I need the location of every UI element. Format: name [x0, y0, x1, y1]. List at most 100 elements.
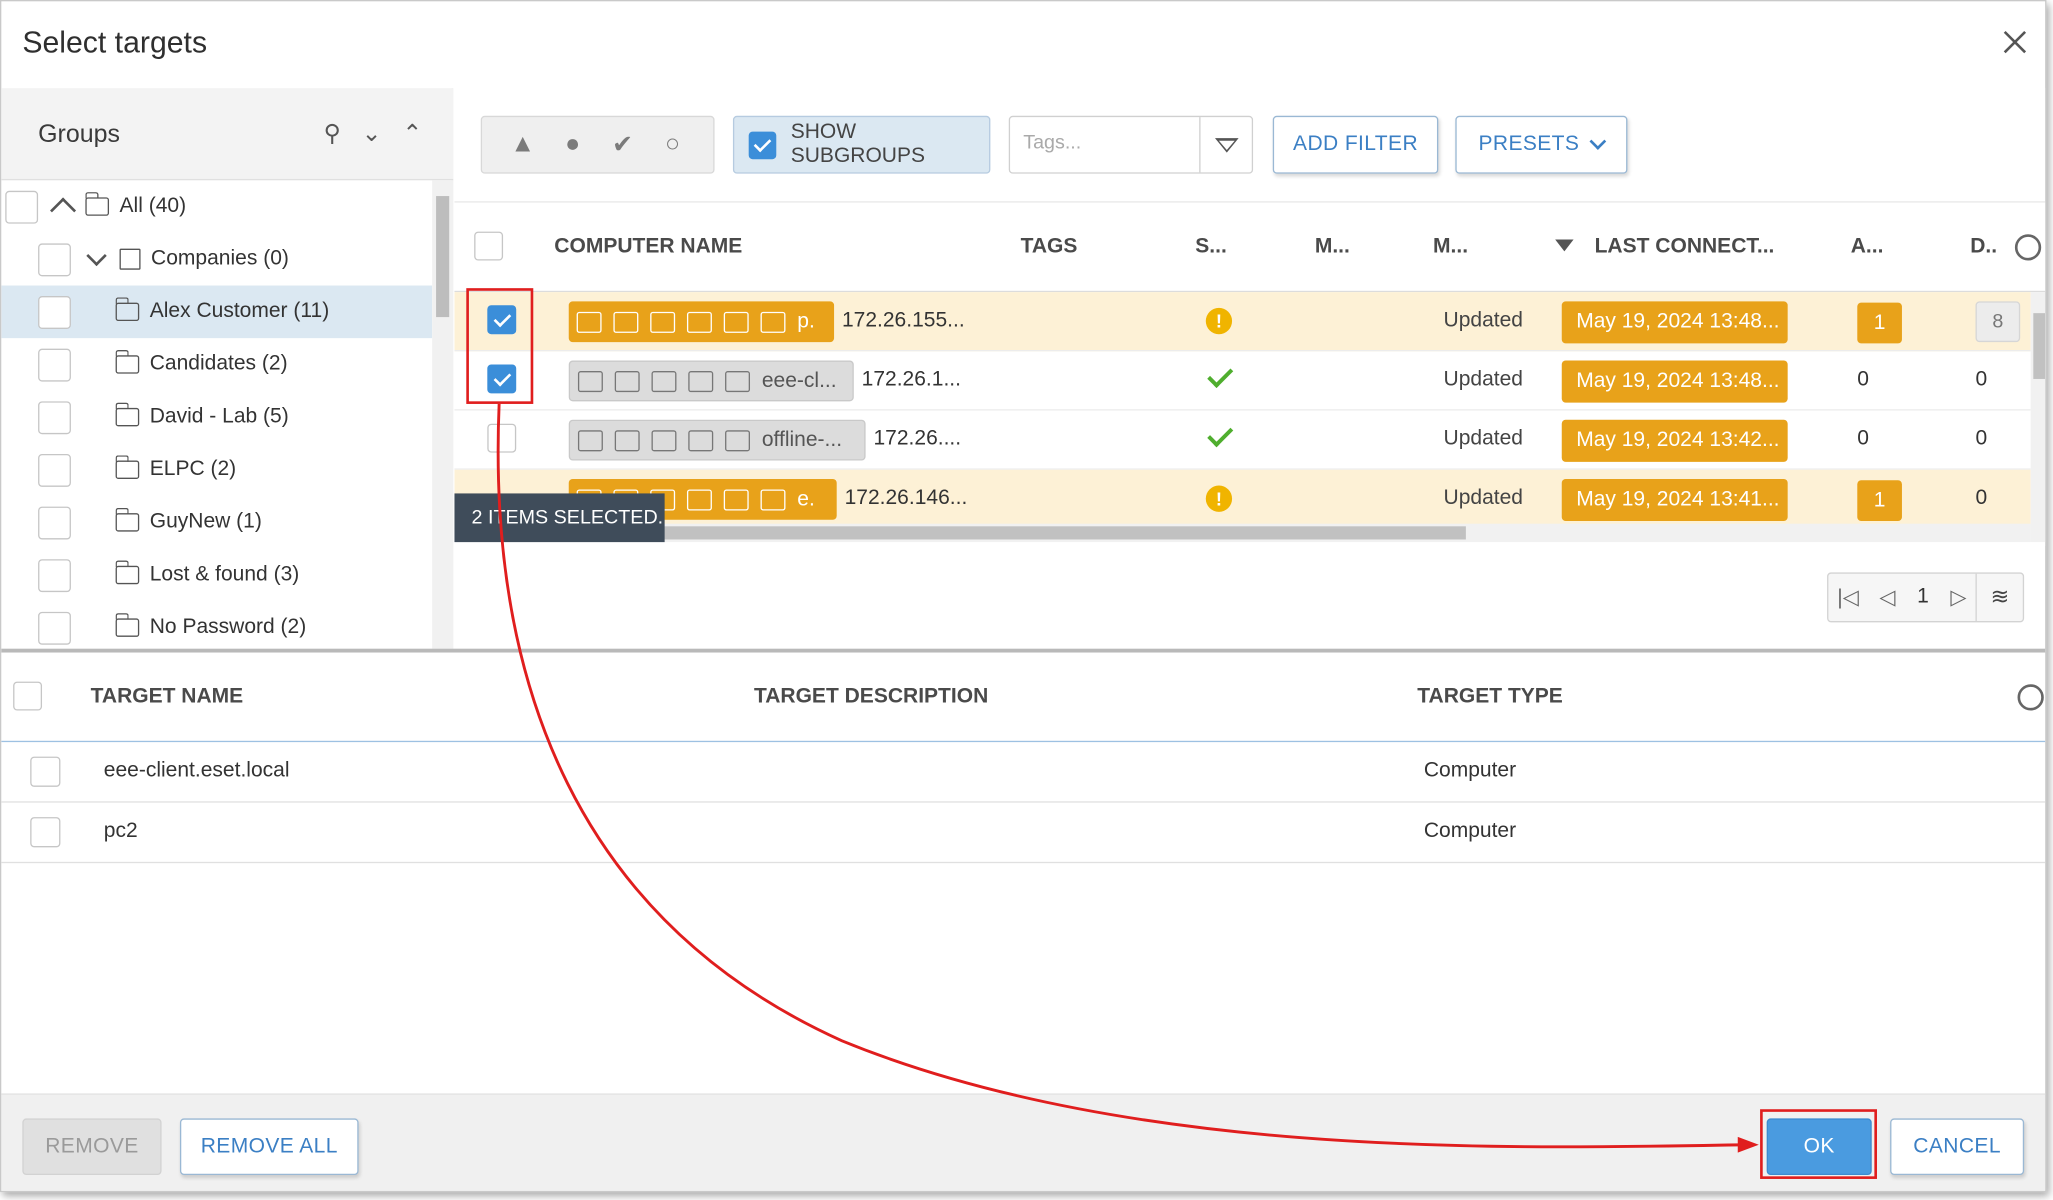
target-name: eee-client.eset.local [103, 759, 290, 782]
tree-item-all[interactable]: All (40) [1, 180, 432, 233]
module-status: Updated [1443, 427, 1524, 451]
sort-desc-icon[interactable] [1555, 239, 1574, 252]
tree-item-no-password[interactable]: No Password (2) [1, 601, 432, 648]
collapse-all-icon[interactable]: ⌃ [398, 120, 427, 149]
tree-checkbox[interactable] [38, 348, 71, 381]
expand-all-icon[interactable]: ⌄ [357, 120, 386, 149]
tree-checkbox[interactable] [5, 190, 39, 224]
layers-icon[interactable]: ≋ [1975, 573, 2023, 622]
tree-item-alex-customer[interactable]: Alex Customer (11) [1, 285, 433, 339]
col-computer-name[interactable]: COMPUTER NAME [554, 236, 742, 260]
alerts-count: 0 [1857, 368, 1869, 391]
table-vertical-scrollbar[interactable] [2030, 292, 2046, 543]
chevron-up-icon[interactable] [50, 197, 77, 224]
tree-item-candidates[interactable]: Candidates (2) [1, 338, 432, 391]
computer-name-pill[interactable]: offline-... [568, 419, 866, 461]
col-modules[interactable]: M... [1433, 236, 1468, 260]
gear-icon[interactable] [2017, 684, 2044, 711]
warning-triangle-icon[interactable]: ▲ [508, 130, 537, 159]
folder-icon [114, 560, 140, 585]
row-checkbox[interactable] [487, 423, 517, 453]
col-muted[interactable]: M... [1315, 236, 1350, 260]
remote-icon [614, 370, 640, 392]
col-detections[interactable]: D.. [1970, 236, 1997, 260]
tree-item-label: No Password (2) [149, 615, 307, 639]
tree-checkbox[interactable] [38, 558, 71, 592]
col-tags[interactable]: TAGS [1021, 236, 1078, 260]
tree-checkbox[interactable] [38, 611, 71, 645]
checkmark-icon[interactable]: ✔ [608, 130, 637, 160]
table-row[interactable]: pc2 Computer [1, 803, 2046, 864]
ok-button[interactable]: OK [1766, 1118, 1872, 1176]
tree-item-companies[interactable]: Companies (0) [1, 233, 432, 286]
remove-all-button[interactable]: REMOVE ALL [179, 1118, 359, 1176]
prev-page-icon[interactable]: ◁ [1868, 584, 1907, 610]
select-all-checkbox[interactable] [474, 231, 504, 261]
tree-item-lost-found[interactable]: Lost & found (3) [1, 549, 432, 602]
folder-icon [114, 507, 140, 532]
cancel-button[interactable]: CANCEL [1890, 1118, 2025, 1176]
tags-dropdown-button[interactable] [1199, 117, 1252, 173]
row-checkbox[interactable] [30, 817, 61, 848]
warning-status-icon: ! [1205, 307, 1233, 335]
gear-icon[interactable] [2014, 234, 2042, 261]
computers-table-header: COMPUTER NAME TAGS S... M... M... LAST C… [454, 202, 2046, 293]
groups-scrollbar[interactable] [432, 180, 454, 649]
first-page-icon[interactable]: |◁ [1828, 584, 1867, 610]
scroll-thumb[interactable] [2033, 313, 2046, 379]
folder-icon [114, 402, 140, 427]
row-checkbox[interactable] [487, 364, 517, 394]
folder-icon [114, 297, 140, 322]
row-checkbox[interactable] [30, 756, 61, 787]
tree-item-label: David - Lab (5) [149, 405, 289, 428]
select-all-targets-checkbox[interactable] [13, 681, 43, 711]
target-name: pc2 [103, 819, 138, 843]
last-connected-badge: May 19, 2024 13:41... [1561, 478, 1788, 522]
add-filter-button[interactable]: ADD FILTER [1272, 115, 1439, 174]
chevron-down-icon[interactable] [86, 245, 107, 266]
tags-filter[interactable] [1008, 115, 1254, 174]
last-connected-badge: May 19, 2024 13:42... [1561, 419, 1788, 462]
package-icon [688, 429, 714, 451]
tree-checkbox[interactable] [38, 400, 71, 434]
col-status[interactable]: S... [1195, 236, 1227, 260]
remove-button[interactable]: REMOVE [22, 1118, 162, 1176]
remote-icon [614, 429, 640, 451]
next-page-icon[interactable]: ▷ [1939, 584, 1978, 610]
alert-circle-icon[interactable]: ● [558, 130, 587, 159]
col-target-description[interactable]: TARGET DESCRIPTION [754, 686, 988, 710]
computer-name-pill[interactable]: eee-cl... [568, 360, 854, 402]
col-target-name[interactable]: TARGET NAME [91, 686, 244, 710]
show-subgroups-label: SHOW SUBGROUPS [790, 121, 926, 168]
table-row[interactable]: eee-client.eset.local Computer [1, 742, 2046, 803]
scroll-thumb[interactable] [436, 196, 450, 318]
presets-button[interactable]: PRESETS [1455, 115, 1628, 174]
table-row[interactable]: p. 172.26.155... ! Updated May 19, 2024 … [454, 292, 2031, 352]
row-checkbox[interactable] [487, 305, 517, 335]
tree-item-david-lab[interactable]: David - Lab (5) [1, 391, 432, 444]
detections-count: 8 [1975, 301, 2021, 343]
col-alerts[interactable]: A... [1851, 236, 1884, 260]
show-subgroups-toggle[interactable]: SHOW SUBGROUPS [732, 115, 991, 174]
search-icon[interactable]: ⚲ [318, 120, 347, 149]
shield-icon [650, 311, 676, 333]
tree-checkbox[interactable] [38, 505, 71, 539]
table-row[interactable]: e. 172.26.146... ! Updated May 19, 2024 … [454, 469, 2031, 529]
table-row[interactable]: offline-... 172.26.... Updated May 19, 2… [454, 411, 2031, 470]
tree-checkbox[interactable] [38, 453, 71, 487]
tree-checkbox[interactable] [38, 242, 71, 276]
folder-icon [84, 192, 110, 216]
col-target-type[interactable]: TARGET TYPE [1417, 686, 1563, 710]
circle-outline-icon[interactable]: ○ [658, 130, 687, 159]
horizontal-scrollbar[interactable] [454, 523, 2031, 543]
tree-item-guynew[interactable]: GuyNew (1) [1, 496, 432, 549]
close-icon[interactable] [2000, 28, 2029, 57]
computer-name-pill[interactable]: p. [568, 301, 835, 343]
monitor-icon [577, 370, 603, 392]
tree-checkbox[interactable] [38, 295, 71, 329]
tree-item-elpc[interactable]: ELPC (2) [1, 443, 432, 496]
tags-input[interactable] [1023, 131, 1194, 154]
ok-status-icon [1207, 363, 1231, 392]
col-last-connected[interactable]: LAST CONNECT... [1595, 236, 1775, 260]
table-row[interactable]: eee-cl... 172.26.1... Updated May 19, 20… [454, 351, 2031, 411]
